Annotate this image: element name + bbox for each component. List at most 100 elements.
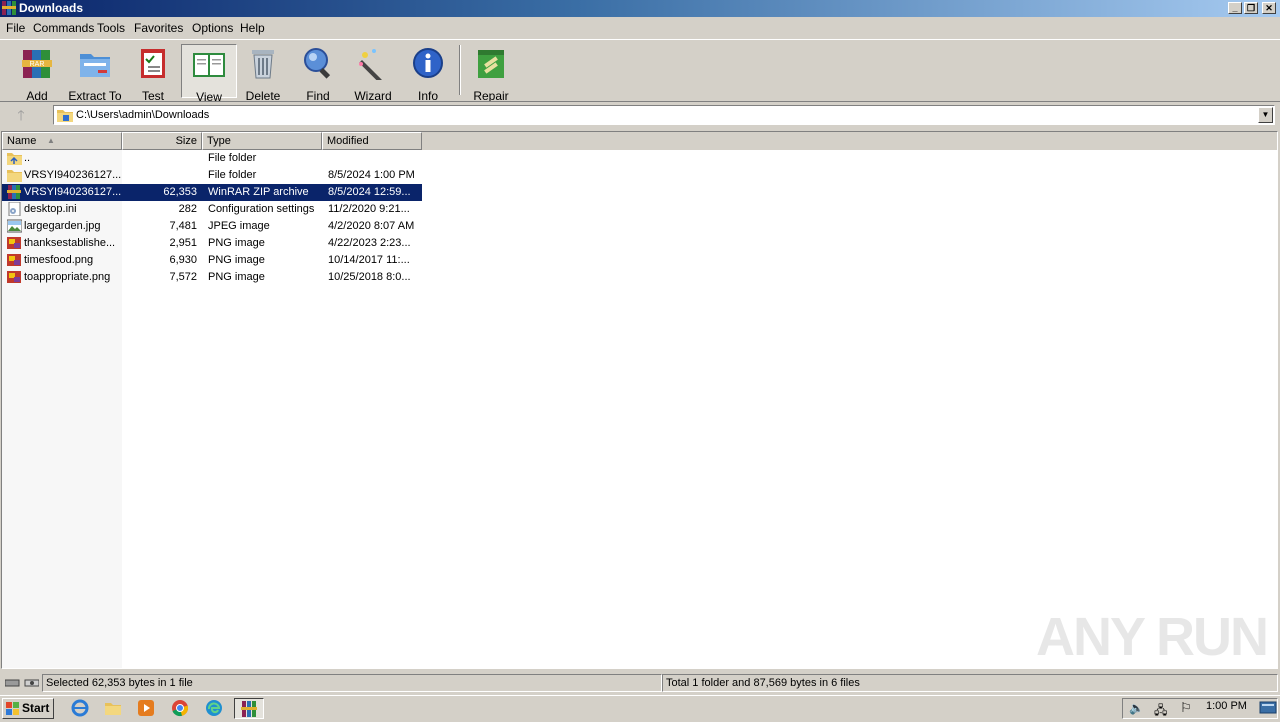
network-icon[interactable]: 🖧 [1154, 701, 1167, 722]
minimize-button[interactable]: _ [1228, 2, 1242, 14]
column-header-size[interactable]: Size [122, 132, 202, 150]
folder-icon [7, 170, 22, 182]
anyrun-watermark: ANY RUN [1036, 607, 1269, 667]
file-list[interactable]: Name ▲ Size Type Modified .. File folder… [1, 131, 1278, 669]
clock[interactable]: 1:00 PM [1206, 700, 1247, 713]
list-item[interactable]: VRSYI940236127... File folder 8/5/2024 1… [2, 167, 422, 184]
file-type: Configuration settings [208, 203, 315, 215]
info-icon [413, 48, 443, 78]
internet-explorer-icon[interactable] [71, 699, 89, 717]
menu-tools[interactable]: Tools [97, 21, 125, 35]
repair-kit-icon [478, 50, 504, 78]
column-header-modified[interactable]: Modified [322, 132, 422, 150]
address-field[interactable]: C:\Users\admin\Downloads ▼ [53, 105, 1275, 125]
menu-help[interactable]: Help [240, 21, 265, 35]
list-item-selected[interactable]: VRSYI940236127... 62,353 WinRAR ZIP arch… [2, 184, 422, 201]
toolbar: RAR Add Extract To Test View Delete Find… [0, 39, 1280, 104]
list-item[interactable]: desktop.ini 282 Configuration settings 1… [2, 201, 422, 218]
file-type: PNG image [208, 271, 265, 283]
edge-icon[interactable] [205, 699, 223, 717]
toolbar-separator [459, 45, 461, 95]
file-name: VRSYI940236127... [24, 186, 121, 198]
add-button[interactable]: RAR Add [14, 44, 60, 103]
menu-commands[interactable]: Commands [33, 21, 94, 35]
address-dropdown-button[interactable]: ▼ [1258, 107, 1273, 123]
find-magnifier-icon [304, 48, 331, 79]
drive-status-icon [5, 679, 39, 687]
file-name: toappropriate.png [24, 271, 111, 283]
menu-options[interactable]: Options [192, 21, 233, 35]
up-folder-button[interactable]: 🡑 [11, 108, 31, 124]
address-path: C:\Users\admin\Downloads [76, 109, 210, 121]
config-file-icon [8, 202, 21, 216]
file-type: PNG image [208, 237, 265, 249]
find-button[interactable]: Find [297, 44, 339, 103]
list-item[interactable]: largegarden.jpg 7,481 JPEG image 4/2/202… [2, 218, 422, 235]
show-desktop-icon[interactable] [1259, 701, 1277, 715]
file-size: 6,930 [169, 254, 197, 266]
file-type: File folder [208, 152, 257, 164]
png-image-icon [7, 237, 21, 249]
view-book-icon [193, 53, 225, 77]
list-header: Name ▲ Size Type Modified [2, 132, 1277, 150]
up-arrow-icon: 🡑 [17, 107, 25, 123]
menu-favorites[interactable]: Favorites [134, 21, 183, 35]
jpeg-image-icon [7, 219, 22, 233]
close-button[interactable]: ✕ [1262, 2, 1276, 14]
file-explorer-icon[interactable] [104, 699, 122, 717]
file-modified: 4/22/2023 2:23... [328, 237, 411, 249]
chrome-icon[interactable] [171, 699, 189, 717]
view-button[interactable]: View [181, 44, 237, 104]
svg-text:RAR: RAR [30, 61, 45, 68]
file-size: 7,572 [169, 271, 197, 283]
volume-icon[interactable]: 🔈 [1129, 701, 1144, 715]
file-name: thanksestablishe... [24, 237, 116, 249]
media-player-icon[interactable] [137, 699, 155, 717]
delete-trash-icon [252, 50, 274, 79]
file-size: 2,951 [169, 237, 197, 249]
repair-button[interactable]: Repair [469, 44, 513, 103]
menu-file[interactable]: File [6, 21, 25, 35]
column-modified-label: Modified [327, 135, 369, 147]
winrar-task-icon [241, 701, 257, 717]
png-image-icon [7, 271, 21, 283]
status-selection: Selected 62,353 bytes in 1 file [42, 674, 662, 692]
file-name: timesfood.png [24, 254, 94, 266]
delete-button[interactable]: Delete [242, 44, 284, 103]
action-center-flag-icon[interactable]: ⚐ [1180, 700, 1192, 716]
chevron-down-icon: ▼ [1261, 110, 1270, 119]
restore-button[interactable]: ❐ [1244, 2, 1258, 14]
file-size: 282 [178, 203, 197, 215]
list-item[interactable]: timesfood.png 6,930 PNG image 10/14/2017… [2, 252, 422, 269]
window-title: Downloads [19, 1, 84, 15]
file-modified: 11/2/2020 9:21... [328, 203, 410, 215]
column-name-label: Name [7, 135, 37, 147]
folder-path-icon [57, 110, 73, 122]
start-label: Start [22, 701, 50, 715]
list-item[interactable]: toappropriate.png 7,572 PNG image 10/25/… [2, 269, 422, 286]
test-button[interactable]: Test [130, 44, 176, 103]
file-size: 7,481 [169, 220, 197, 232]
file-name: desktop.ini [24, 203, 77, 215]
file-modified: 8/5/2024 12:59... [328, 186, 411, 198]
start-button[interactable]: Start [2, 698, 54, 719]
zip-archive-icon [7, 185, 21, 199]
windows-logo-icon [6, 702, 19, 715]
wizard-button[interactable]: Wizard [351, 44, 395, 103]
column-size-label: Size [175, 135, 197, 147]
status-bar: Selected 62,353 bytes in 1 file Total 1 … [0, 672, 1280, 694]
info-button[interactable]: Info [407, 44, 449, 103]
column-header-name[interactable]: Name ▲ [2, 132, 122, 150]
extract-to-button[interactable]: Extract To [66, 44, 124, 103]
file-type: WinRAR ZIP archive [208, 186, 309, 198]
file-name: largegarden.jpg [24, 220, 101, 232]
list-item[interactable]: .. File folder [2, 150, 422, 167]
taskbar-winrar-button[interactable] [234, 698, 264, 719]
title-bar[interactable]: Downloads _ ❐ ✕ [0, 0, 1280, 17]
list-item[interactable]: thanksestablishe... 2,951 PNG image 4/22… [2, 235, 422, 252]
parent-folder-icon [7, 153, 22, 165]
column-header-type[interactable]: Type [202, 132, 322, 150]
file-modified: 8/5/2024 1:00 PM [328, 169, 415, 181]
file-name: VRSYI940236127... [24, 169, 121, 181]
png-image-icon [7, 254, 21, 266]
